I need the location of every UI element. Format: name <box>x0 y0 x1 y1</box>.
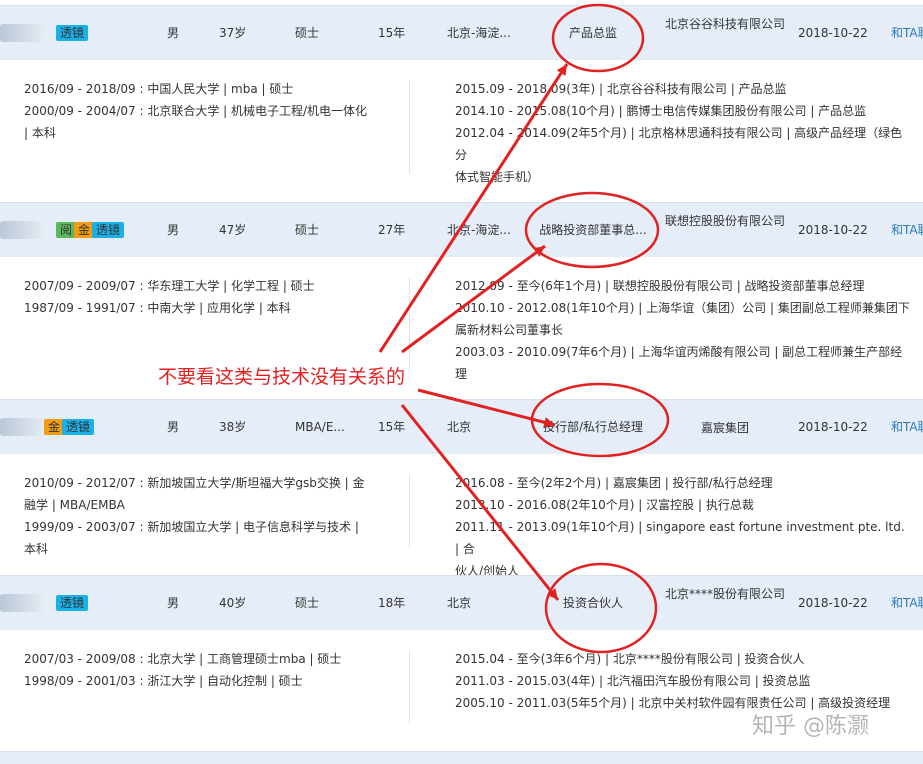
badge-tou: 透镜 <box>56 25 89 41</box>
company-name: 嘉宸集团 <box>700 421 749 435</box>
candidate-card: 阅金透镜 男 47岁 硕士 27年 北京-海淀... 2018-10-22 战略投资部董事总.… <box>0 202 923 399</box>
work-line: 2010.10 - 2012.08(1年10个月) | 上海华谊（集团）公司 |… <box>455 301 910 315</box>
badge-jin: 金 <box>44 419 65 435</box>
candidate-header[interactable]: 阅金透镜 男 47岁 硕士 27年 北京-海淀... 2018-10-22 战略投资部董事总.… <box>0 202 923 257</box>
column-divider <box>409 651 410 723</box>
badge-tou: 透镜 <box>62 419 95 435</box>
degree-label: MBA/E... <box>295 420 345 434</box>
job-title: 投资合伙人 <box>562 596 623 610</box>
work-line: 2003.03 - 2010.09(7年6个月) | 上海华谊丙烯酸有限公司 |… <box>455 345 903 381</box>
work-history: 2016.08 - 至今(2年2个月) | 嘉宸集团 | 投行部/私行总经理 20… <box>455 472 910 582</box>
work-line: 体式智能手机） <box>455 170 540 184</box>
update-date: 2018-10-22 <box>798 420 868 434</box>
location-label: 北京-海淀... <box>447 223 511 237</box>
candidate-header[interactable]: 金透镜 男 38岁 MBA/E... 15年 北京 2018-10-22 投行部/私行总经理 嘉… <box>0 399 923 454</box>
education-line: 2000/09 - 2004/07 : 北京联合大学 | 机械电子工程/机电一体… <box>24 104 368 118</box>
candidate-card: 透镜 男 37岁 硕士 15年 北京-海淀... 2018-10-22 产品总监 北京谷谷科技有… <box>0 5 923 202</box>
age-label: 37岁 <box>219 26 247 40</box>
education-history: 2010/09 - 2012/07 : 新加坡国立大学/斯坦福大学gsb交换 |… <box>24 472 369 560</box>
location-label: 北京-海淀... <box>447 26 511 40</box>
gender-label: 男 <box>167 223 180 237</box>
work-line: 2015.09 - 2018.09(3年) | 北京谷谷科技有限公司 | 产品总… <box>455 82 787 96</box>
chat-link[interactable]: 和TA聊 <box>891 595 923 611</box>
column-divider <box>409 278 410 371</box>
work-history: 2015.04 - 至今(3年6个月) | 北京****股份有限公司 | 投资合… <box>455 648 910 714</box>
work-history: 2012.09 - 至今(6年1个月) | 联想控股股份有限公司 | 战略投资部… <box>455 275 910 385</box>
blurred-name <box>0 418 48 436</box>
education-line: 2016/09 - 2018/09 : 中国人民大学 | mba | 硕士 <box>24 82 294 96</box>
candidate-details: 2016/09 - 2018/09 : 中国人民大学 | mba | 硕士 200… <box>0 59 923 202</box>
next-card-header <box>0 751 923 764</box>
gender-label: 男 <box>167 26 180 40</box>
gender-label: 男 <box>167 596 180 610</box>
watermark: 知乎 @陈灏 <box>752 714 869 739</box>
experience-years: 15年 <box>378 420 406 434</box>
gender-label: 男 <box>167 420 180 434</box>
age-label: 40岁 <box>219 596 247 610</box>
work-line: 2012.04 - 2014.09(2年5个月) | 北京格林思通科技有限公司 … <box>455 126 903 162</box>
degree-label: 硕士 <box>295 26 320 40</box>
candidate-details: 2007/09 - 2009/07 : 华东理工大学 | 化学工程 | 硕士 19… <box>0 256 923 399</box>
candidate-details: 2010/09 - 2012/07 : 新加坡国立大学/斯坦福大学gsb交换 |… <box>0 453 923 578</box>
job-title: 战略投资部董事总... <box>539 223 647 237</box>
age-label: 47岁 <box>219 223 247 237</box>
work-line: 2015.04 - 至今(3年6个月) | 北京****股份有限公司 | 投资合… <box>455 652 805 666</box>
work-line: 2016.08 - 至今(2年2个月) | 嘉宸集团 | 投行部/私行总经理 <box>455 476 773 490</box>
education-history: 2007/03 - 2009/08 : 北京大学 | 工商管理硕士mba | 硕… <box>24 648 369 692</box>
education-line: 1999/09 - 2003/07 : 新加坡国立大学 | 电子信息科学与技术 … <box>24 520 359 534</box>
experience-years: 18年 <box>378 596 406 610</box>
chat-link[interactable]: 和TA聊 <box>891 419 923 435</box>
job-title: 产品总监 <box>568 26 617 40</box>
location-label: 北京 <box>447 420 472 434</box>
company-name: 北京****股份有限公司 <box>665 587 786 601</box>
badge-jin: 金 <box>74 222 95 238</box>
education-line: 1987/09 - 1991/07 : 中南大学 | 应用化学 | 本科 <box>24 301 291 315</box>
work-line: 2014.10 - 2015.08(10个月) | 鹏博士电信传媒集团股份有限公… <box>455 104 867 118</box>
education-line: 2010/09 - 2012/07 : 新加坡国立大学/斯坦福大学gsb交换 |… <box>24 476 365 490</box>
badge-tou: 透镜 <box>92 222 125 238</box>
blurred-name <box>0 24 48 42</box>
column-divider <box>409 475 410 547</box>
education-line: 2007/03 - 2009/08 : 北京大学 | 工商管理硕士mba | 硕… <box>24 652 342 666</box>
education-line: 2007/09 - 2009/07 : 华东理工大学 | 化学工程 | 硕士 <box>24 279 315 293</box>
education-history: 2007/09 - 2009/07 : 华东理工大学 | 化学工程 | 硕士 19… <box>24 275 369 319</box>
badge-yue: 阅 <box>56 222 77 238</box>
update-date: 2018-10-22 <box>798 223 868 237</box>
education-history: 2016/09 - 2018/09 : 中国人民大学 | mba | 硕士 200… <box>24 78 369 144</box>
work-line: 2011.11 - 2013.09(1年10个月) | singapore ea… <box>455 520 905 556</box>
candidate-header[interactable]: 透镜 男 37岁 硕士 15年 北京-海淀... 2018-10-22 产品总监 北京谷谷科技有… <box>0 5 923 60</box>
company-name: 联想控股股份有限公司 <box>665 214 786 228</box>
company-name: 北京谷谷科技有限公司 <box>665 17 786 31</box>
update-date: 2018-10-22 <box>798 26 868 40</box>
education-line: 融学 | MBA/EMBA <box>24 498 125 512</box>
work-line: 2013.10 - 2016.08(2年10个月) | 汉富控股 | 执行总裁 <box>455 498 754 512</box>
annotation-text: 不要看这类与技术没有关系的 <box>158 366 406 388</box>
experience-years: 27年 <box>378 223 406 237</box>
candidate-card: 金透镜 男 38岁 MBA/E... 15年 北京 2018-10-22 投行部/私行总经理 嘉… <box>0 399 923 578</box>
location-label: 北京 <box>447 596 472 610</box>
age-label: 38岁 <box>219 420 247 434</box>
degree-label: 硕士 <box>295 596 320 610</box>
blurred-name <box>0 594 48 612</box>
work-history: 2015.09 - 2018.09(3年) | 北京谷谷科技有限公司 | 产品总… <box>455 78 910 188</box>
candidate-header[interactable]: 透镜 男 40岁 硕士 18年 北京 2018-10-22 投资合伙人 北京****股份有限公司… <box>0 575 923 630</box>
chat-link[interactable]: 和TA聊 <box>891 25 923 41</box>
chat-link[interactable]: 和TA聊 <box>891 222 923 238</box>
experience-years: 15年 <box>378 26 406 40</box>
education-line: | 本科 <box>24 126 56 140</box>
badge-tou: 透镜 <box>56 595 89 611</box>
update-date: 2018-10-22 <box>798 596 868 610</box>
blurred-name <box>0 221 48 239</box>
work-line: 属新材料公司董事长 <box>455 323 564 337</box>
degree-label: 硕士 <box>295 223 320 237</box>
education-line: 1998/09 - 2001/03 : 浙江大学 | 自动化控制 | 硕士 <box>24 674 303 688</box>
education-line: 本科 <box>24 542 49 556</box>
column-divider <box>409 81 410 174</box>
job-title: 投行部/私行总经理 <box>542 420 644 434</box>
work-line: 2011.03 - 2015.03(4年) | 北汽福田汽车股份有限公司 | 投… <box>455 674 811 688</box>
work-line: 2012.09 - 至今(6年1个月) | 联想控股股份有限公司 | 战略投资部… <box>455 279 865 293</box>
